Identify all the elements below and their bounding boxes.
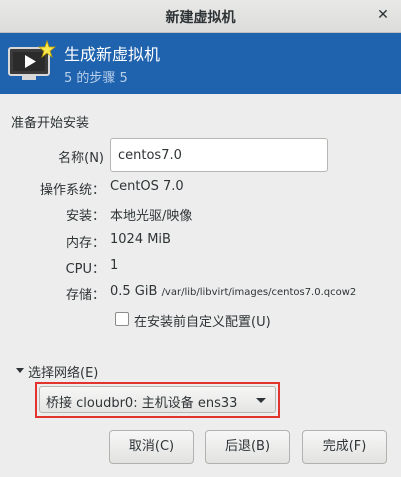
customize-checkbox[interactable] [115,312,129,326]
chevron-down-icon [256,398,266,403]
network-select-value: 桥接 cloudbr0: 主机设备 ens33 [46,396,238,411]
storage-label: 存储： [65,288,105,303]
finish-button[interactable]: 完成(F) [302,430,387,464]
title-bar: 新建虚拟机 ✕ [0,0,401,33]
cancel-button[interactable]: 取消(C) [109,430,194,464]
os-value: CentOS 7.0 [110,179,184,194]
cpu-value: 1 [110,258,119,273]
wizard-banner: 生成新虚拟机 5 的步骤 5 [0,33,401,94]
install-value: 本地光驱/映像 [110,209,193,224]
back-button[interactable]: 后退(B) [205,430,290,464]
storage-size: 0.5 GiB [110,284,158,299]
network-expander[interactable]: 选择网络(E) [28,362,98,381]
close-icon[interactable]: ✕ [375,7,391,23]
section-title: 准备开始安装 [11,116,90,131]
cpu-label: CPU： [65,262,105,277]
expander-arrow-icon[interactable] [16,368,24,373]
banner-step: 5 的步骤 5 [64,71,128,86]
install-label: 安装： [65,209,105,224]
monitor-play-icon [8,39,56,80]
name-input[interactable] [110,138,328,172]
customize-checkbox-label[interactable]: 在安装前自定义配置(U) [134,311,271,330]
banner-title: 生成新虚拟机 [64,45,161,64]
network-select[interactable]: 桥接 cloudbr0: 主机设备 ens33 [39,386,276,413]
storage-value: 0.5 GiB /var/lib/libvirt/images/centos7.… [110,284,356,299]
storage-path: /var/lib/libvirt/images/centos7.0.qcow2 [161,287,357,298]
name-label: 名称(N) [58,151,104,166]
os-label: 操作系统： [39,183,105,198]
memory-value: 1024 MiB [110,232,171,247]
memory-label: 内存： [65,236,105,251]
window-title: 新建虚拟机 [165,10,236,26]
